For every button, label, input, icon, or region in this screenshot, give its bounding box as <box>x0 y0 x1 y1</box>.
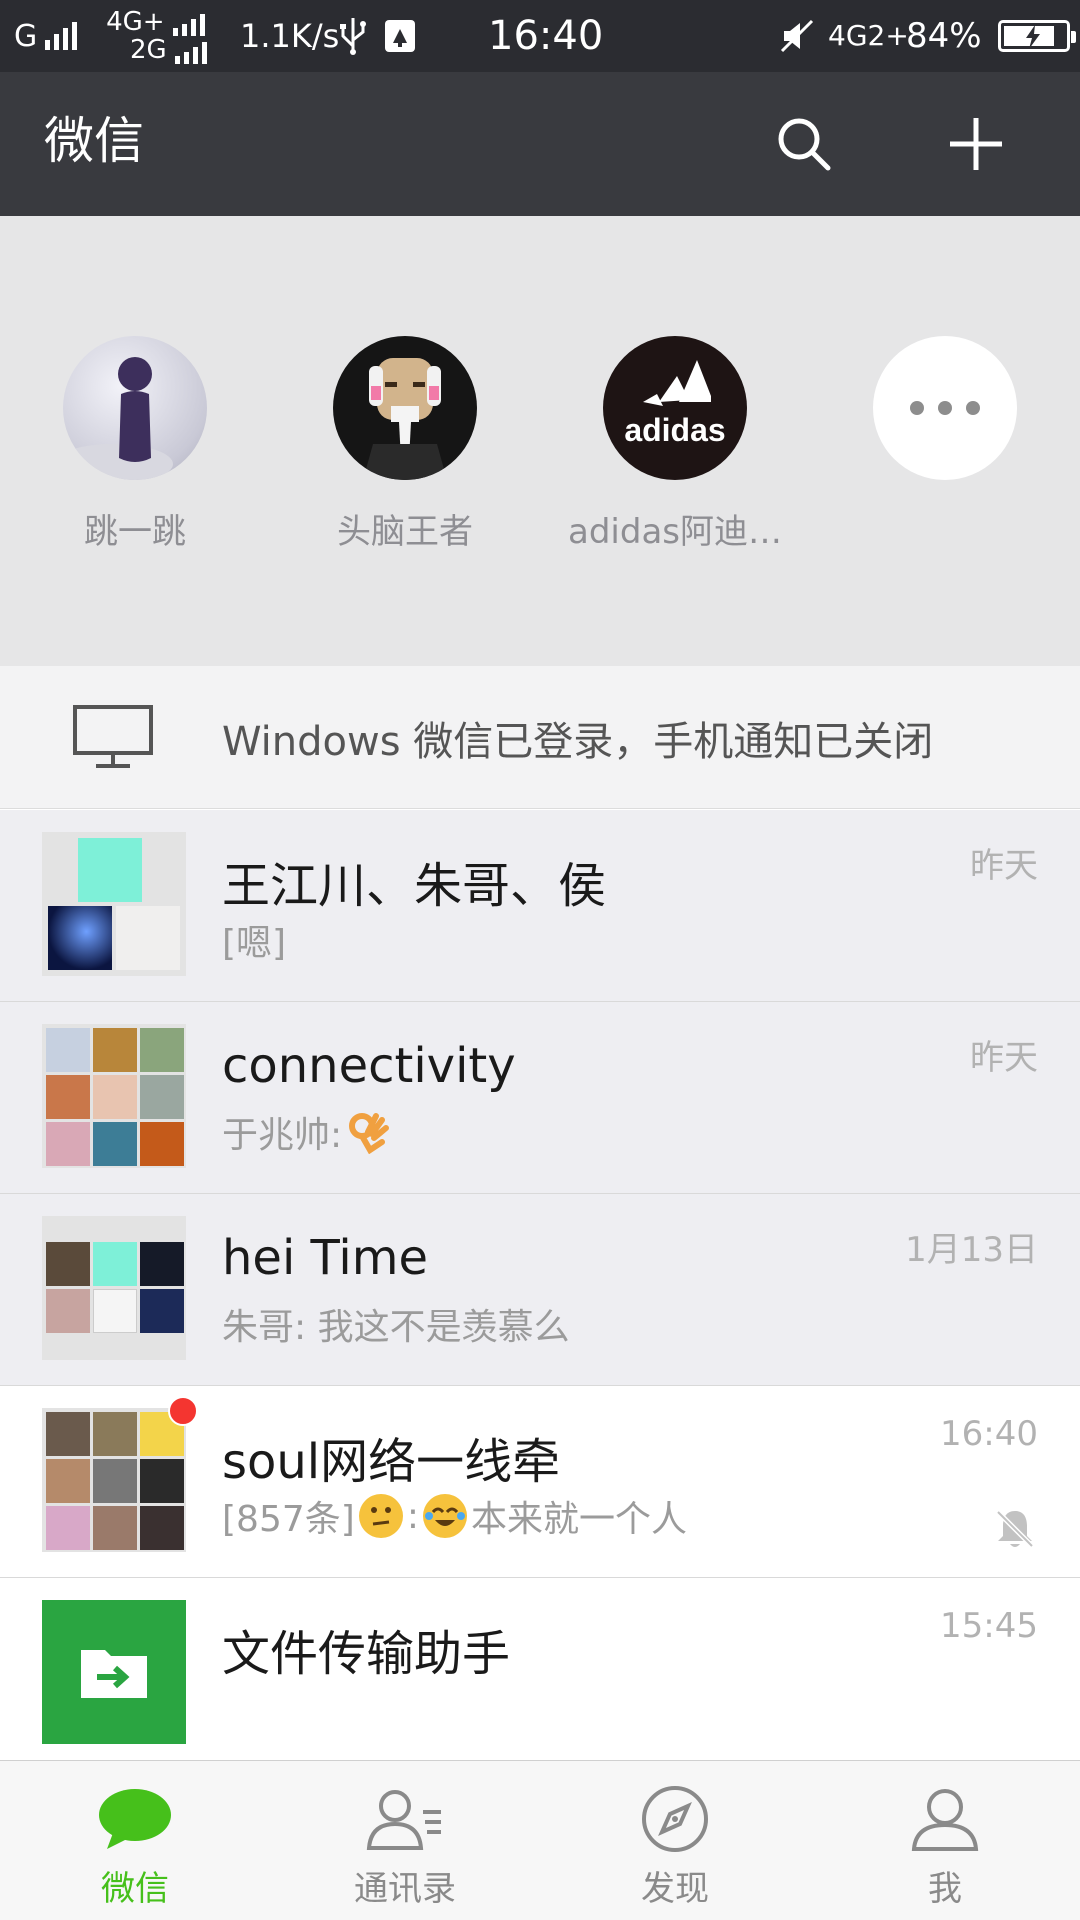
adidas-logo-text: adidas <box>624 412 726 448</box>
search-icon <box>778 118 831 171</box>
crying-laughing-emoji <box>422 1494 467 1538</box>
network-type-right: 4G2+ <box>828 19 909 52</box>
add-button[interactable] <box>936 104 1016 184</box>
usb-icon <box>338 0 368 72</box>
chat-row[interactable]: hei Time 朱哥: 我这不是羡慕么 1月13日 <box>0 1194 1080 1386</box>
chat-title: 文件传输助手 <box>222 1626 511 1682</box>
tab-label: 我 <box>928 1869 962 1909</box>
thinking-face-emoji <box>358 1494 403 1538</box>
mini-program-label: 头脑王者 <box>337 512 473 552</box>
more-dots-icon <box>873 336 1017 480</box>
battery-icon <box>990 0 1076 72</box>
carrier-label: G <box>14 18 38 54</box>
ok-hand-emoji <box>349 1113 390 1154</box>
chat-time: 16:40 <box>940 1414 1038 1454</box>
brain-king-icon <box>333 336 477 480</box>
battery-percent: 84% <box>906 16 982 56</box>
clock: 16:40 <box>488 13 604 59</box>
member-avatar <box>78 838 142 902</box>
signal-bars-icon <box>172 14 205 36</box>
unread-count-text: [857条] <box>222 1499 355 1540</box>
mini-program-brain-king[interactable]: 头脑王者 <box>270 336 540 596</box>
chat-list: 王江川、朱哥、侯 [嗯] 昨天 connectivity 于兆帅: 昨天 hei… <box>0 810 1080 1770</box>
network-type-bottom: 2G <box>130 35 167 65</box>
chat-title: connectivity <box>222 1038 516 1094</box>
signal-group-2: 4G+ 2G <box>104 0 207 72</box>
plus-icon <box>950 118 1002 170</box>
signal-bars-icon <box>45 22 78 50</box>
mini-program-label: 跳一跳 <box>84 512 186 552</box>
group-avatar <box>42 1396 198 1552</box>
group-avatar <box>42 832 186 976</box>
bottom-tab-bar: 微信 通讯录 发现 我 <box>0 1760 1080 1920</box>
tab-chats[interactable]: 微信 <box>0 1761 270 1920</box>
mini-program-more[interactable] <box>810 336 1080 596</box>
person-icon <box>905 1783 985 1855</box>
chat-time: 昨天 <box>970 846 1038 886</box>
tab-contacts[interactable]: 通讯录 <box>270 1761 540 1920</box>
chat-time: 1月13日 <box>905 1230 1038 1270</box>
group-avatar <box>42 1216 186 1360</box>
tab-label: 微信 <box>101 1869 169 1909</box>
pc-login-notice[interactable]: Windows 微信已登录，手机通知已关闭 <box>0 666 1080 809</box>
chat-last-message: 于兆帅: <box>222 1106 390 1158</box>
adidas-logo-icon: adidas <box>603 336 747 480</box>
network-type-top: 4G+ <box>106 7 165 37</box>
chat-time: 昨天 <box>970 1038 1038 1078</box>
status-bar: G 4G+ 2G 1.1K/s 16:40 4G2+ 84% <box>0 0 1080 72</box>
mute-bell-icon <box>996 1510 1034 1548</box>
last-message-text: 本来就一个人 <box>470 1499 687 1540</box>
member-avatar <box>116 906 180 970</box>
file-transfer-avatar <box>42 1600 186 1744</box>
tab-discover[interactable]: 发现 <box>540 1761 810 1920</box>
jump-game-icon <box>63 336 207 480</box>
title-bar: 微信 <box>0 72 1080 216</box>
chat-title: hei Time <box>222 1230 429 1286</box>
member-avatar <box>48 906 112 970</box>
mini-programs-panel: 跳一跳 头脑王者 adidas adidas阿迪… <box>0 216 1080 666</box>
notice-text: Windows 微信已登录，手机通知已关闭 <box>222 718 934 765</box>
chat-last-message: 朱哥: 我这不是羡慕么 <box>222 1307 570 1348</box>
mini-program-jump[interactable]: 跳一跳 <box>0 336 270 596</box>
chat-row[interactable]: soul网络一线牵 [857条] : 本来就一个人 16:40 <box>0 1386 1080 1578</box>
contacts-icon <box>365 1783 445 1855</box>
signal-group-1: G <box>14 0 78 72</box>
mini-program-label: adidas阿迪… <box>568 512 782 552</box>
group-avatar <box>42 1024 186 1168</box>
monitor-icon <box>73 705 153 768</box>
tab-label: 通讯录 <box>354 1869 456 1909</box>
chat-bubble-icon <box>95 1783 175 1855</box>
chat-title: soul网络一线牵 <box>222 1434 561 1490</box>
network-speed: 1.1K/s <box>240 17 340 55</box>
mute-vibrate-icon <box>780 0 814 72</box>
chat-row[interactable]: 文件传输助手 15:45 <box>0 1578 1080 1770</box>
compass-icon <box>635 1783 715 1855</box>
folder-arrow-icon <box>81 1650 147 1698</box>
clean-icon <box>384 0 416 72</box>
chat-title: 王江川、朱哥、侯 <box>222 858 607 914</box>
chat-row[interactable]: connectivity 于兆帅: 昨天 <box>0 1002 1080 1194</box>
chat-last-message: [嗯] <box>222 923 287 964</box>
search-button[interactable] <box>764 104 844 184</box>
app-title: 微信 <box>44 112 144 170</box>
unread-dot <box>168 1396 198 1426</box>
tab-me[interactable]: 我 <box>810 1761 1080 1920</box>
tab-label: 发现 <box>641 1869 709 1909</box>
signal-bars-icon <box>174 42 207 64</box>
sender-separator: : <box>406 1495 419 1537</box>
mini-program-adidas[interactable]: adidas adidas阿迪… <box>540 336 810 596</box>
chat-last-message: [857条] : 本来就一个人 <box>222 1490 687 1542</box>
chat-row[interactable]: 王江川、朱哥、侯 [嗯] 昨天 <box>0 810 1080 1002</box>
chat-time: 15:45 <box>940 1606 1038 1646</box>
chat-preview-text: 于兆帅: <box>222 1115 343 1156</box>
